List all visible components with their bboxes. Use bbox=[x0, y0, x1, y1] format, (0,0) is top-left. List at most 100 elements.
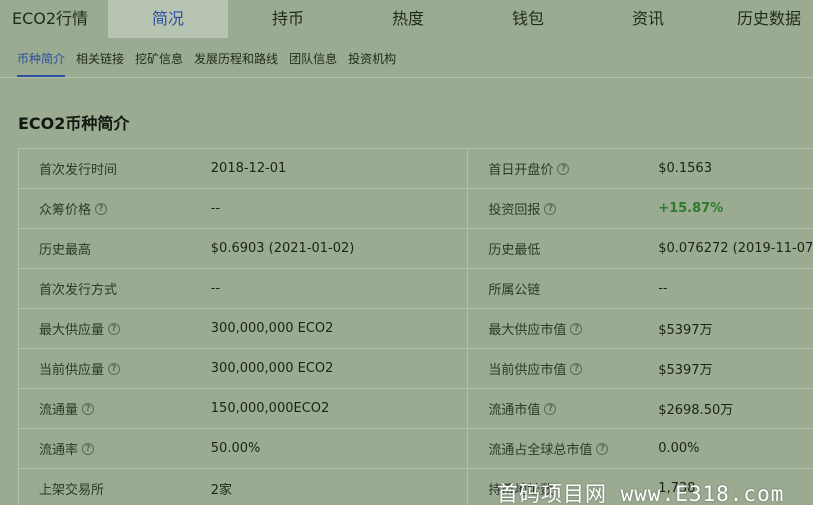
field-value: 50.00% bbox=[193, 429, 469, 468]
field-label: 流通率? bbox=[19, 429, 193, 468]
tab-market[interactable]: ECO2行情 bbox=[0, 0, 108, 38]
field-value-text: -- bbox=[658, 281, 668, 296]
info-table: 首次发行时间 2018-12-01 首日开盘价? $0.1563 众筹价格? -- 投资回报… bbox=[18, 148, 813, 505]
field-value: -- bbox=[640, 269, 813, 308]
field-label-text: 所属公链 bbox=[488, 283, 541, 298]
field-value-text: $2698.50万 bbox=[658, 403, 734, 418]
top-tab-bar: ECO2行情 简况 持币 热度 钱包 资讯 历史数据 bbox=[0, 0, 813, 38]
field-value: -- bbox=[193, 189, 469, 228]
field-value-text: 50.00% bbox=[210, 441, 261, 456]
field-label: 流通市值? bbox=[468, 389, 640, 428]
field-value-text: -- bbox=[210, 201, 221, 216]
subtab-investors[interactable]: 投资机构 bbox=[348, 50, 396, 77]
subtab-links[interactable]: 相关链接 bbox=[76, 50, 124, 77]
tab-history[interactable]: 历史数据 bbox=[708, 0, 813, 38]
field-value: 0.00% bbox=[640, 429, 813, 468]
field-value-text: 0.00% bbox=[658, 441, 700, 456]
field-label: 首次发行方式 bbox=[19, 269, 193, 308]
field-label-text: 当前供应量 bbox=[39, 363, 105, 378]
field-label-text: 首次发行时间 bbox=[39, 163, 118, 178]
field-value-text: $0.076272 (2019-11-07) bbox=[658, 241, 813, 256]
field-value-text: 300,000,000 ECO2 bbox=[210, 361, 334, 376]
table-row: 首次发行方式 -- 所属公链 -- bbox=[19, 269, 813, 309]
help-icon[interactable]: ? bbox=[82, 402, 95, 415]
field-value: $5397万 bbox=[640, 349, 813, 388]
field-label-text: 流通占全球总市值 bbox=[488, 443, 593, 458]
field-value-text: -- bbox=[210, 281, 221, 296]
field-label-text: 当前供应市值 bbox=[488, 363, 567, 378]
subtab-intro[interactable]: 币种简介 bbox=[17, 50, 66, 77]
field-label-text: 上架交易所 bbox=[39, 483, 105, 498]
help-icon[interactable]: ? bbox=[108, 362, 121, 375]
watermark: 首码项目网 www.E318.com bbox=[497, 482, 785, 505]
field-value-text: 2018-12-01 bbox=[210, 161, 287, 176]
field-label: 上架交易所 bbox=[19, 469, 193, 505]
field-label-text: 最大供应量 bbox=[39, 323, 105, 338]
field-value-text: 300,000,000 ECO2 bbox=[210, 321, 334, 336]
field-label-text: 流通市值 bbox=[488, 403, 541, 418]
tab-wallet[interactable]: 钱包 bbox=[468, 0, 588, 38]
field-value: $0.6903 (2021-01-02) bbox=[193, 229, 469, 268]
field-value: +15.87% bbox=[640, 189, 813, 228]
field-label: 首次发行时间 bbox=[19, 149, 193, 188]
table-row: 流通率? 50.00% 流通占全球总市值? 0.00% bbox=[19, 429, 813, 469]
field-value: 300,000,000 ECO2 bbox=[193, 349, 469, 388]
field-label-text: 首次发行方式 bbox=[39, 283, 118, 298]
field-value-text: $5397万 bbox=[658, 363, 713, 378]
subtab-divider bbox=[0, 77, 813, 78]
field-label-text: 最大供应市值 bbox=[488, 323, 567, 338]
field-value: $0.1563 bbox=[640, 149, 813, 188]
table-row: 首次发行时间 2018-12-01 首日开盘价? $0.1563 bbox=[19, 149, 813, 189]
field-value-text: $0.1563 bbox=[658, 161, 712, 176]
table-row: 流通量? 150,000,000ECO2 流通市值? $2698.50万 bbox=[19, 389, 813, 429]
field-label-text: 流通量 bbox=[39, 403, 79, 418]
field-label: 首日开盘价? bbox=[468, 149, 640, 188]
field-value: 2018-12-01 bbox=[193, 149, 469, 188]
field-value-text: $5397万 bbox=[658, 323, 713, 338]
tab-holdings[interactable]: 持币 bbox=[228, 0, 348, 38]
field-label: 历史最高 bbox=[19, 229, 193, 268]
field-label: 流通占全球总市值? bbox=[468, 429, 640, 468]
help-icon[interactable]: ? bbox=[95, 202, 108, 215]
field-label-text: 众筹价格 bbox=[39, 203, 92, 218]
field-label-text: 历史最低 bbox=[488, 243, 541, 258]
field-label-text: 首日开盘价 bbox=[488, 163, 554, 178]
subtab-team[interactable]: 团队信息 bbox=[289, 50, 337, 77]
field-value: 2家 bbox=[193, 469, 469, 505]
sub-tab-bar: 币种简介 相关链接 挖矿信息 发展历程和路线 团队信息 投资机构 bbox=[17, 50, 396, 78]
field-value: 150,000,000ECO2 bbox=[193, 389, 469, 428]
field-value-text: $0.6903 (2021-01-02) bbox=[210, 241, 355, 256]
help-icon[interactable]: ? bbox=[108, 322, 121, 335]
help-icon[interactable]: ? bbox=[570, 362, 583, 375]
field-label: 历史最低 bbox=[468, 229, 640, 268]
field-value: $2698.50万 bbox=[640, 389, 813, 428]
help-icon[interactable]: ? bbox=[82, 442, 95, 455]
help-icon[interactable]: ? bbox=[570, 322, 583, 335]
field-label: 投资回报? bbox=[468, 189, 640, 228]
table-row: 历史最高 $0.6903 (2021-01-02) 历史最低 $0.076272 (2… bbox=[19, 229, 813, 269]
field-label-text: 投资回报 bbox=[488, 203, 541, 218]
help-icon[interactable]: ? bbox=[544, 202, 557, 215]
field-value: $5397万 bbox=[640, 309, 813, 348]
field-label: 最大供应市值? bbox=[468, 309, 640, 348]
field-value: -- bbox=[193, 269, 469, 308]
table-row: 众筹价格? -- 投资回报? +15.87% bbox=[19, 189, 813, 229]
table-row: 当前供应量? 300,000,000 ECO2 当前供应市值? $5397万 bbox=[19, 349, 813, 389]
tab-news[interactable]: 资讯 bbox=[588, 0, 708, 38]
help-icon[interactable]: ? bbox=[544, 402, 557, 415]
subtab-roadmap[interactable]: 发展历程和路线 bbox=[194, 50, 278, 77]
help-icon[interactable]: ? bbox=[557, 162, 570, 175]
tab-popularity[interactable]: 热度 bbox=[348, 0, 468, 38]
field-value: 300,000,000 ECO2 bbox=[193, 309, 469, 348]
field-label: 流通量? bbox=[19, 389, 193, 428]
help-icon[interactable]: ? bbox=[596, 442, 609, 455]
field-label-text: 流通率 bbox=[39, 443, 79, 458]
field-label: 众筹价格? bbox=[19, 189, 193, 228]
tab-overview[interactable]: 简况 bbox=[108, 0, 228, 38]
table-row: 最大供应量? 300,000,000 ECO2 最大供应市值? $5397万 bbox=[19, 309, 813, 349]
field-label-text: 历史最高 bbox=[39, 243, 92, 258]
field-label: 最大供应量? bbox=[19, 309, 193, 348]
field-label: 所属公链 bbox=[468, 269, 640, 308]
subtab-mining[interactable]: 挖矿信息 bbox=[135, 50, 183, 77]
section-title: ECO2币种简介 bbox=[18, 114, 130, 133]
